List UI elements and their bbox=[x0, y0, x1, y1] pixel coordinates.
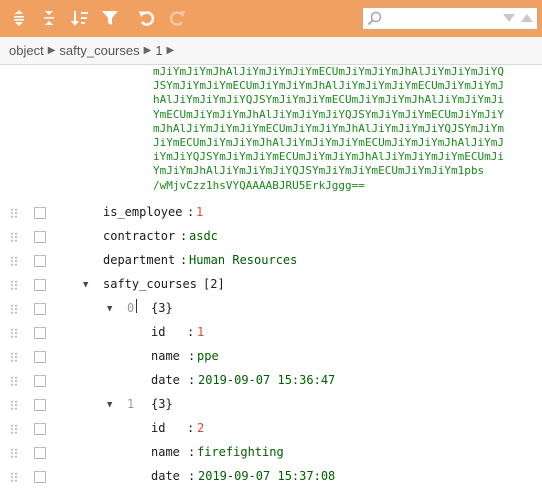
tree-row-course-1-name: name : firefighting bbox=[0, 441, 542, 465]
field-value[interactable]: ppe bbox=[197, 349, 219, 363]
row-checkbox[interactable] bbox=[34, 375, 46, 387]
text-cursor bbox=[136, 299, 137, 313]
drag-handle-icon[interactable] bbox=[10, 232, 18, 242]
field-key[interactable]: department bbox=[103, 253, 175, 267]
collapse-icon[interactable]: ▼ bbox=[107, 400, 112, 410]
breadcrumb-separator-icon: ▶ bbox=[143, 45, 152, 56]
redo-icon[interactable] bbox=[167, 8, 187, 28]
base64-value[interactable]: mJiYmJiYmJhAlJiYmJiYmJiYmECUmJiYmJiYmJhA… bbox=[153, 65, 525, 193]
field-key[interactable]: date bbox=[151, 469, 180, 483]
filter-icon[interactable] bbox=[100, 8, 120, 28]
search-next-icon[interactable] bbox=[503, 14, 515, 22]
tree-row-course-1: ▼ 1 {3} bbox=[0, 393, 542, 417]
field-key[interactable]: is_employee bbox=[103, 205, 182, 219]
toolbar bbox=[0, 0, 542, 37]
tree-row-is-employee: is_employee : 1 bbox=[0, 201, 542, 225]
array-index: 1 bbox=[127, 397, 135, 411]
search-input[interactable] bbox=[362, 7, 538, 30]
field-value[interactable]: 1 bbox=[196, 205, 203, 219]
navigation-bar: object ▶ safty_courses ▶ 1 ▶ bbox=[0, 37, 542, 65]
search-previous-icon[interactable] bbox=[521, 14, 533, 22]
field-value[interactable]: 2019-09-07 15:37:08 bbox=[198, 469, 335, 483]
drag-handle-icon[interactable] bbox=[10, 256, 18, 266]
row-checkbox[interactable] bbox=[34, 399, 46, 411]
row-checkbox[interactable] bbox=[34, 207, 46, 219]
tree-row-contractor: contractor : asdc bbox=[0, 225, 542, 249]
drag-handle-icon[interactable] bbox=[10, 304, 18, 314]
object-count: {3} bbox=[151, 397, 173, 411]
collapse-icon[interactable]: ▼ bbox=[107, 304, 112, 314]
row-checkbox[interactable] bbox=[34, 351, 46, 363]
expand-all-icon[interactable] bbox=[9, 8, 29, 28]
drag-handle-icon[interactable] bbox=[10, 352, 18, 362]
field-key[interactable]: date bbox=[151, 373, 180, 387]
field-key[interactable]: contractor bbox=[103, 229, 175, 243]
breadcrumb: object ▶ safty_courses ▶ 1 ▶ bbox=[9, 43, 174, 58]
field-value[interactable]: 2 bbox=[197, 421, 204, 435]
undo-icon[interactable] bbox=[137, 8, 157, 28]
drag-handle-icon[interactable] bbox=[10, 400, 18, 410]
field-value[interactable]: Human Resources bbox=[189, 253, 297, 267]
collapse-icon[interactable]: ▼ bbox=[83, 280, 88, 290]
drag-handle-icon[interactable] bbox=[10, 472, 18, 482]
tree-row-course-0-name: name : ppe bbox=[0, 345, 542, 369]
tree-row-course-0-date: date : 2019-09-07 15:36:47 bbox=[0, 369, 542, 393]
object-count: {3} bbox=[151, 301, 173, 315]
breadcrumb-separator-icon[interactable]: ▶ bbox=[167, 45, 175, 56]
tree-row-course-1-id: id : 2 bbox=[0, 417, 542, 441]
row-checkbox[interactable] bbox=[34, 447, 46, 459]
field-key[interactable]: name bbox=[151, 445, 180, 459]
tree-row-course-0-id: id : 1 bbox=[0, 321, 542, 345]
field-key[interactable]: safty_courses bbox=[103, 277, 197, 291]
field-value[interactable]: asdc bbox=[189, 229, 218, 243]
field-value[interactable]: 1 bbox=[197, 325, 204, 339]
field-key[interactable]: id bbox=[151, 325, 165, 339]
drag-handle-icon[interactable] bbox=[10, 208, 18, 218]
breadcrumb-item-object[interactable]: object bbox=[9, 43, 44, 58]
row-checkbox[interactable] bbox=[34, 279, 46, 291]
drag-handle-icon[interactable] bbox=[10, 280, 18, 290]
tree-row-course-0: ▼ 0 {3} bbox=[0, 297, 542, 321]
field-value[interactable]: firefighting bbox=[197, 445, 284, 459]
tree-row-department: department : Human Resources bbox=[0, 249, 542, 273]
row-checkbox[interactable] bbox=[34, 255, 46, 267]
field-value[interactable]: 2019-09-07 15:36:47 bbox=[198, 373, 335, 387]
breadcrumb-item-safty-courses[interactable]: safty_courses bbox=[59, 43, 139, 58]
search-icon bbox=[367, 11, 382, 29]
row-checkbox[interactable] bbox=[34, 423, 46, 435]
breadcrumb-separator-icon: ▶ bbox=[47, 45, 56, 56]
row-checkbox[interactable] bbox=[34, 231, 46, 243]
array-index: 0 bbox=[127, 301, 135, 315]
field-key[interactable]: name bbox=[151, 349, 180, 363]
tree-editor: mJiYmJiYmJhAlJiYmJiYmJiYmECUmJiYmJiYmJhA… bbox=[0, 65, 542, 489]
breadcrumb-item-index[interactable]: 1 bbox=[155, 43, 162, 58]
drag-handle-icon[interactable] bbox=[10, 424, 18, 434]
drag-handle-icon[interactable] bbox=[10, 328, 18, 338]
tree-row-course-1-date: date : 2019-09-07 15:37:08 bbox=[0, 465, 542, 489]
tree-row-safty-courses: ▼ safty_courses [2] bbox=[0, 273, 542, 297]
collapse-all-icon[interactable] bbox=[39, 8, 59, 28]
row-checkbox[interactable] bbox=[34, 327, 46, 339]
field-key[interactable]: id bbox=[151, 421, 165, 435]
drag-handle-icon[interactable] bbox=[10, 448, 18, 458]
row-checkbox[interactable] bbox=[34, 303, 46, 315]
drag-handle-icon[interactable] bbox=[10, 376, 18, 386]
array-count: [2] bbox=[203, 277, 225, 291]
sort-icon[interactable] bbox=[70, 8, 90, 28]
row-checkbox[interactable] bbox=[34, 471, 46, 483]
